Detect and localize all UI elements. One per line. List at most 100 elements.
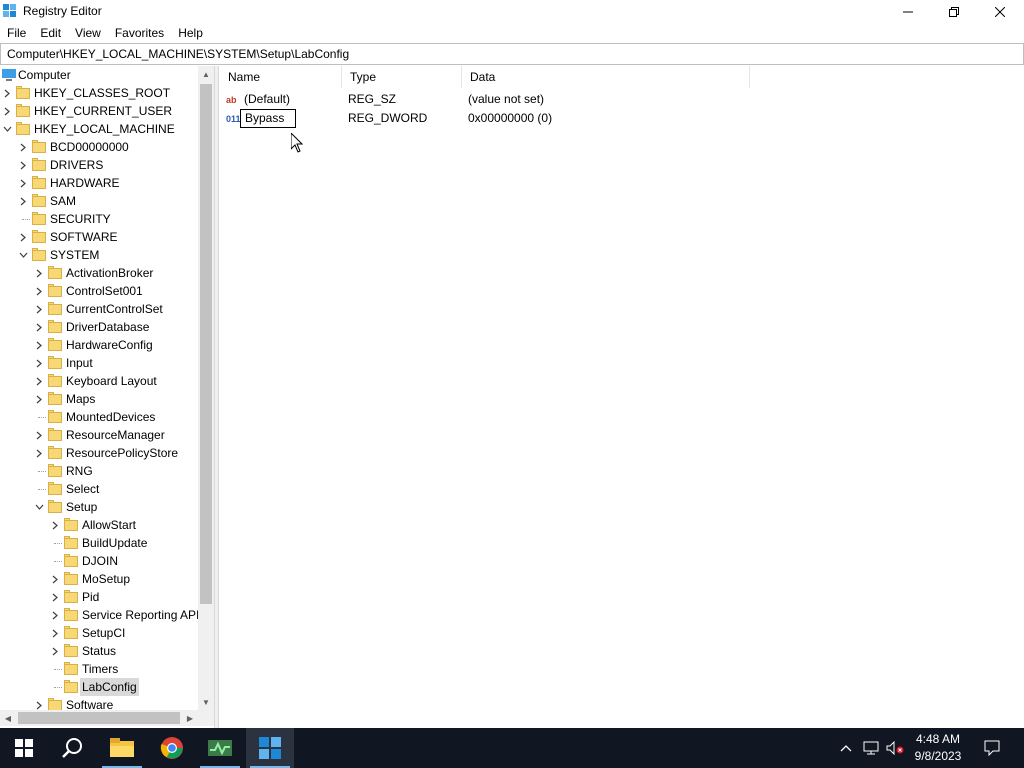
chevron-right-icon[interactable] — [34, 336, 44, 354]
chevron-right-icon[interactable] — [34, 354, 44, 372]
chevron-right-icon[interactable] — [50, 516, 60, 534]
menu-favorites[interactable]: Favorites — [108, 23, 171, 43]
tree-node-controlset001[interactable]: ControlSet001 — [0, 282, 198, 300]
registry-editor-taskbar-button[interactable] — [246, 728, 294, 768]
tree-node-setupci[interactable]: SetupCI — [0, 624, 198, 642]
tree-node-djoin[interactable]: DJOIN — [0, 552, 198, 570]
file-explorer-button[interactable] — [98, 728, 146, 768]
tree-node-service-reporting-api[interactable]: Service Reporting API — [0, 606, 199, 624]
start-button[interactable] — [0, 728, 48, 768]
tree-node-rng[interactable]: RNG — [0, 462, 198, 480]
tree-vertical-scrollbar[interactable]: ▲ ▼ — [198, 66, 214, 710]
tree-node-mosetup[interactable]: MoSetup — [0, 570, 198, 588]
tree-node-maps[interactable]: Maps — [0, 390, 198, 408]
tree-node-sam[interactable]: SAM — [0, 192, 198, 210]
chevron-right-icon[interactable] — [34, 372, 44, 390]
chevron-right-icon[interactable] — [18, 138, 28, 156]
tree-node-hkey-current-user[interactable]: HKEY_CURRENT_USER — [0, 102, 198, 120]
folder-icon — [64, 590, 78, 604]
chevron-right-icon[interactable] — [50, 642, 60, 660]
tree-horizontal-scrollbar[interactable]: ◀ ▶ — [0, 710, 198, 726]
chevron-right-icon[interactable] — [2, 84, 12, 102]
tree-node-status[interactable]: Status — [0, 642, 198, 660]
tree-node-hardware[interactable]: HARDWARE — [0, 174, 198, 192]
value-row-bypass[interactable]: 011 REG_DWORD 0x00000000 (0) — [220, 109, 820, 128]
tree-node-select[interactable]: Select — [0, 480, 198, 498]
chevron-down-icon[interactable] — [34, 498, 44, 516]
value-data: (value not set) — [468, 92, 545, 106]
menu-file[interactable]: File — [0, 23, 33, 43]
tree-horizontal-scroll-thumb[interactable] — [18, 712, 180, 724]
chevron-right-icon[interactable] — [34, 390, 44, 408]
chevron-right-icon[interactable] — [50, 624, 60, 642]
folder-icon — [16, 104, 30, 118]
chevron-right-icon[interactable] — [34, 264, 44, 282]
tree-node-label: Select — [66, 482, 100, 496]
menu-help[interactable]: Help — [171, 23, 210, 43]
column-header-name[interactable]: Name — [220, 66, 342, 88]
chevron-right-icon[interactable] — [50, 588, 60, 606]
rename-value-input[interactable]: Bypass — [240, 109, 296, 128]
chevron-right-icon[interactable] — [34, 318, 44, 336]
restore-button[interactable] — [931, 0, 977, 23]
column-header-type[interactable]: Type — [342, 66, 462, 88]
chevron-right-icon[interactable] — [18, 192, 28, 210]
tree-node-mounteddevices[interactable]: MountedDevices — [0, 408, 198, 426]
minimize-button[interactable] — [885, 0, 931, 23]
close-button[interactable] — [977, 0, 1023, 23]
chevron-right-icon[interactable] — [34, 426, 44, 444]
menu-edit[interactable]: Edit — [33, 23, 68, 43]
value-row-default[interactable]: ab (Default) REG_SZ (value not set) — [220, 90, 820, 109]
chrome-button[interactable] — [148, 728, 196, 768]
pane-splitter[interactable] — [214, 66, 219, 728]
tree-node-security[interactable]: SECURITY — [0, 210, 198, 228]
tree-node-buildupdate[interactable]: BuildUpdate — [0, 534, 198, 552]
menu-view[interactable]: View — [68, 23, 108, 43]
chevron-down-icon[interactable] — [2, 120, 12, 138]
task-manager-button[interactable] — [196, 728, 244, 768]
scroll-right-icon[interactable]: ▶ — [182, 710, 198, 726]
chevron-right-icon[interactable] — [18, 174, 28, 192]
tree-node-labconfig[interactable]: LabConfig — [0, 678, 198, 696]
tree-node-allowstart[interactable]: AllowStart — [0, 516, 198, 534]
column-header-data[interactable]: Data — [462, 66, 750, 88]
tree-node-timers[interactable]: Timers — [0, 660, 198, 678]
chevron-right-icon[interactable] — [34, 282, 44, 300]
tree-node-input[interactable]: Input — [0, 354, 198, 372]
tree-node-pid[interactable]: Pid — [0, 588, 198, 606]
tree-node-bcd00000000[interactable]: BCD00000000 — [0, 138, 198, 156]
tree-node-software[interactable]: SOFTWARE — [0, 228, 198, 246]
volume-tray-button[interactable] — [884, 728, 906, 768]
tree-node-keyboard-layout[interactable]: Keyboard Layout — [0, 372, 198, 390]
tree-node-system[interactable]: SYSTEM — [0, 246, 198, 264]
scroll-left-icon[interactable]: ◀ — [0, 710, 16, 726]
chevron-right-icon[interactable] — [50, 606, 60, 624]
tree-node-activationbroker[interactable]: ActivationBroker — [0, 264, 198, 282]
tree-node-drivers[interactable]: DRIVERS — [0, 156, 198, 174]
taskbar-clock[interactable]: 4:48 AM 9/8/2023 — [910, 731, 966, 765]
chevron-right-icon[interactable] — [34, 444, 44, 462]
tree-node-hkey-local-machine[interactable]: HKEY_LOCAL_MACHINE — [0, 120, 198, 138]
chevron-right-icon[interactable] — [34, 300, 44, 318]
action-center-button[interactable] — [978, 728, 1006, 768]
tree-node-setup[interactable]: Setup — [0, 498, 198, 516]
tree-node-resourcemanager[interactable]: ResourceManager — [0, 426, 198, 444]
scroll-down-icon[interactable]: ▼ — [198, 694, 214, 710]
network-tray-button[interactable] — [860, 728, 882, 768]
tree-node-currentcontrolset[interactable]: CurrentControlSet — [0, 300, 198, 318]
tree-node-resourcepolicystore[interactable]: ResourcePolicyStore — [0, 444, 198, 462]
scroll-up-icon[interactable]: ▲ — [198, 66, 214, 82]
tree-node-computer[interactable]: Computer — [0, 66, 198, 84]
chevron-right-icon[interactable] — [18, 228, 28, 246]
chevron-right-icon[interactable] — [50, 570, 60, 588]
search-button[interactable] — [48, 728, 96, 768]
tree-node-driverdatabase[interactable]: DriverDatabase — [0, 318, 198, 336]
tree-node-hkey-classes-root[interactable]: HKEY_CLASSES_ROOT — [0, 84, 198, 102]
chevron-down-icon[interactable] — [18, 246, 28, 264]
show-hidden-icons-button[interactable] — [836, 728, 856, 768]
address-bar[interactable]: Computer\HKEY_LOCAL_MACHINE\SYSTEM\Setup… — [0, 43, 1024, 65]
chevron-right-icon[interactable] — [2, 102, 12, 120]
tree-node-hardwareconfig[interactable]: HardwareConfig — [0, 336, 198, 354]
chevron-right-icon[interactable] — [18, 156, 28, 174]
tree-vertical-scroll-thumb[interactable] — [200, 84, 212, 604]
